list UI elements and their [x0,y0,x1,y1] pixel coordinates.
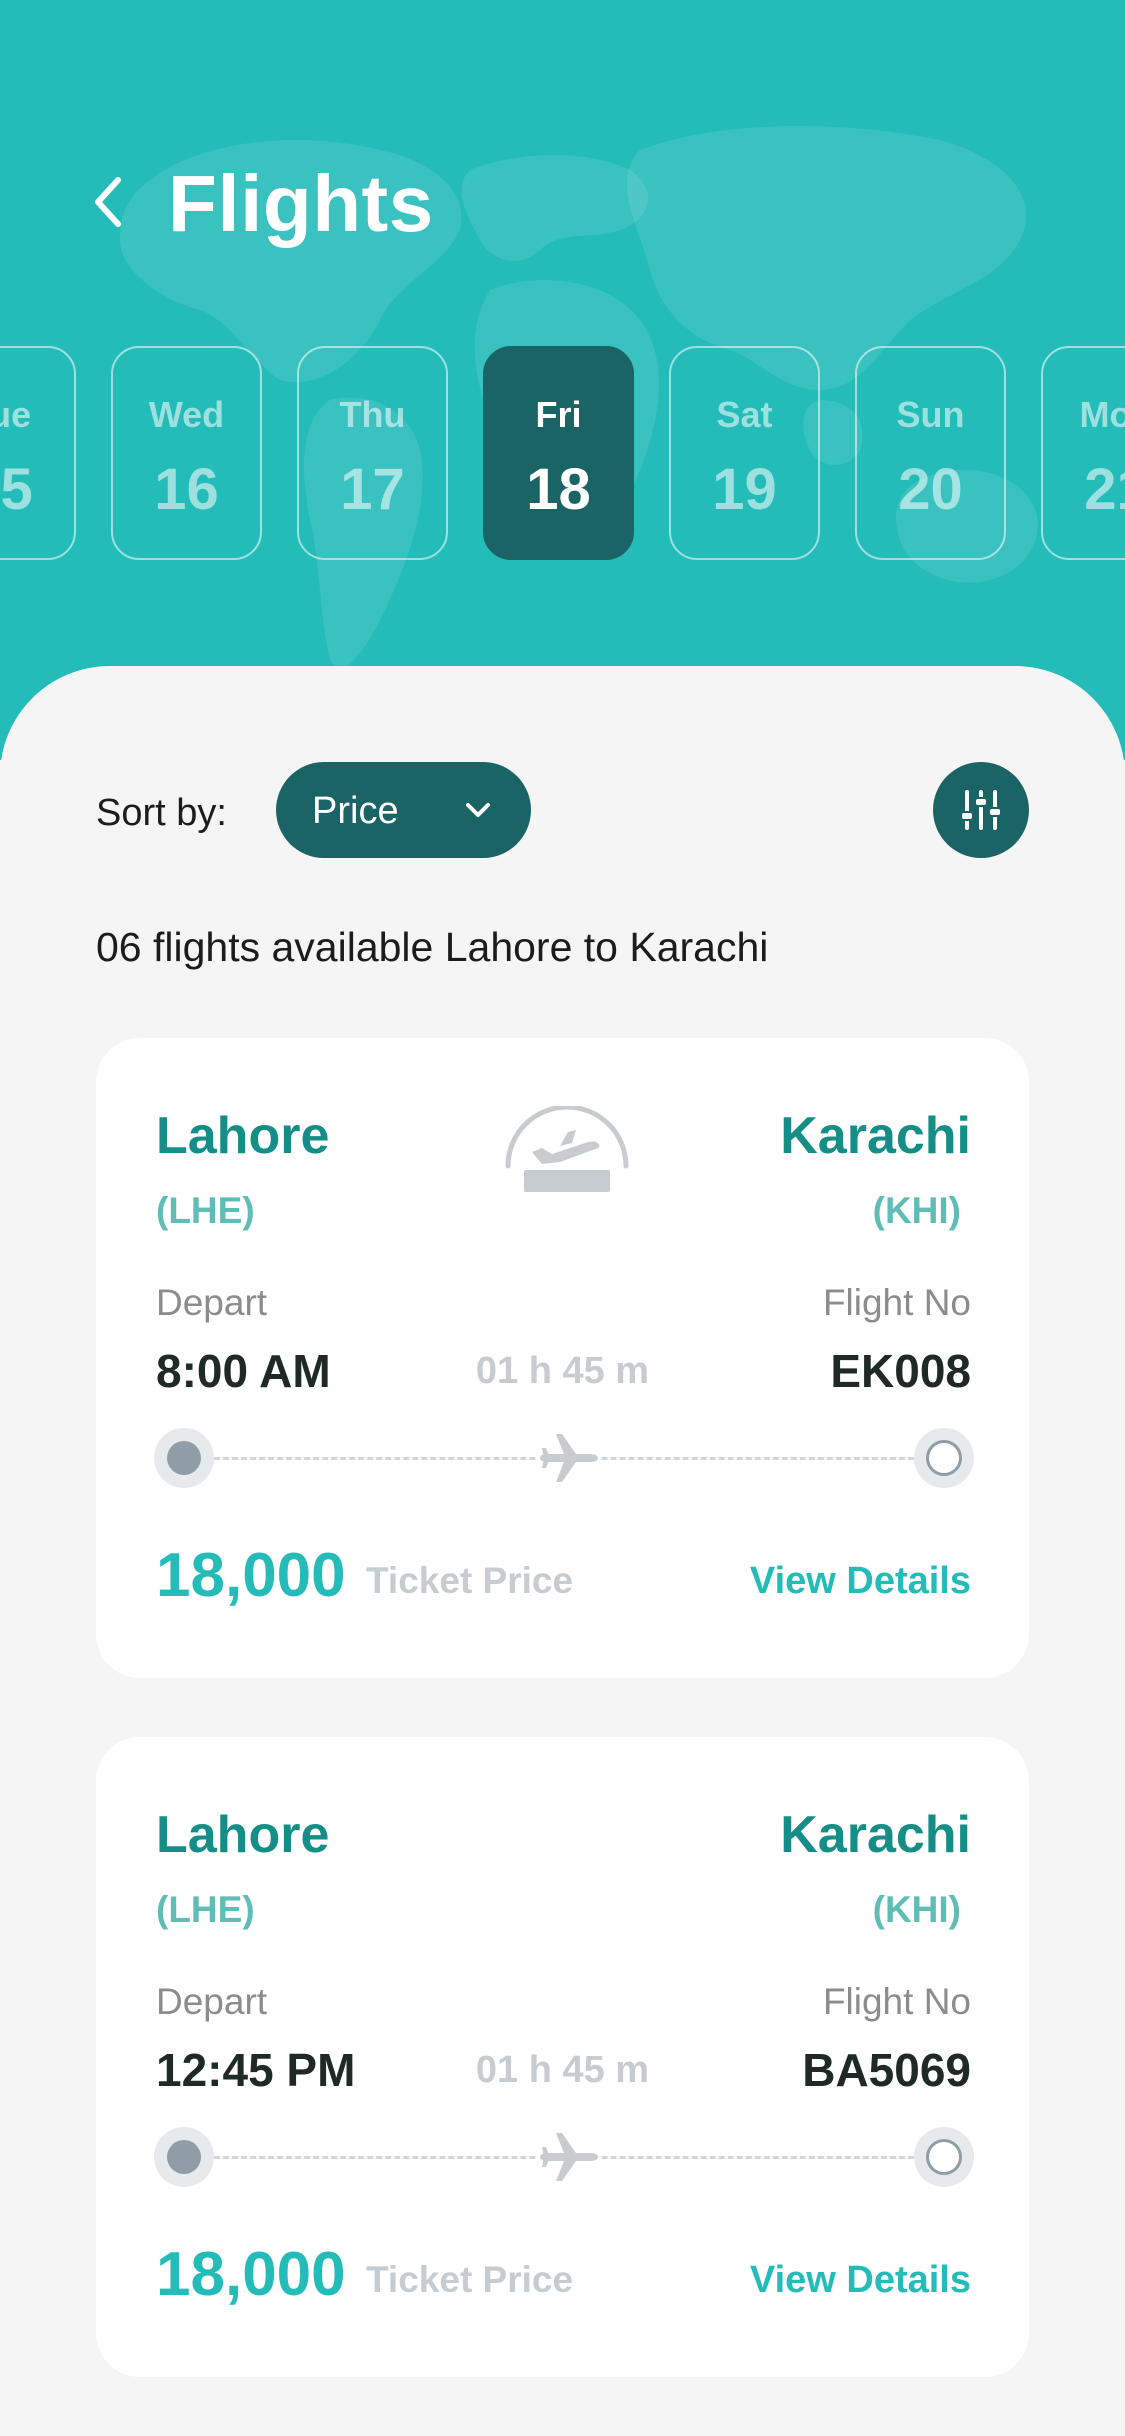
sort-value: Price [312,790,399,832]
ticket-price-label: Ticket Price [366,2259,574,2300]
date-number: 18 [526,457,591,522]
date-day: Sat [716,394,773,435]
destination-city: Karachi [780,1806,971,1864]
route-line [154,1426,974,1490]
origin-dot [154,2127,214,2187]
date-day: Thu [339,394,406,435]
depart-label: Depart [156,1282,268,1323]
origin-city: Lahore [156,1806,330,1864]
date-chip-mon[interactable]: Mon 21 [1041,346,1125,560]
depart-label: Depart [156,1981,268,2022]
plane-icon [536,1428,600,1488]
origin-dot [154,1428,214,1488]
date-chip-tue[interactable]: Tue 15 [0,346,76,560]
date-day: Sun [896,394,965,435]
ticket-price-label: Ticket Price [366,1560,574,1601]
date-chip-wed[interactable]: Wed 16 [111,346,262,560]
origin-code: (LHE) [156,1889,255,1930]
destination-code: (KHI) [872,1889,961,1930]
date-chip-fri-selected[interactable]: Fri 18 [483,346,634,560]
view-details-link[interactable]: View Details [750,2259,971,2302]
results-summary: 06 flights available Lahore to Karachi [96,924,769,970]
ticket-price: 18,000 [156,1541,346,1610]
date-number: 15 [0,457,33,522]
flight-card[interactable]: Lahore (LHE) Karachi (KHI) Depart Flight… [96,1038,1029,1678]
back-chevron-icon[interactable] [84,172,134,232]
date-day: Fri [535,394,582,435]
date-selector: Tue 15 Wed 16 Thu 17 Fri 18 Sat 19 Sun 2… [0,346,1125,560]
flight-no-label: Flight No [822,1282,971,1323]
flight-card[interactable]: Lahore (LHE) Karachi (KHI) Depart Flight… [96,1737,1029,2377]
date-chip-sun[interactable]: Sun 20 [855,346,1006,560]
filter-button[interactable] [933,762,1029,858]
date-number: 21 [1084,457,1125,522]
date-number: 20 [898,457,963,522]
date-chip-thu[interactable]: Thu 17 [297,346,448,560]
view-details-link[interactable]: View Details [750,1560,971,1603]
destination-dot [914,1428,974,1488]
date-number: 19 [712,457,777,522]
flight-no-label: Flight No [822,1981,971,2022]
date-day: Wed [148,394,225,435]
sort-label: Sort by: [96,792,227,834]
chevron-down-icon [466,803,490,817]
plane-icon [536,2127,600,2187]
page-title: Flights [168,159,434,248]
date-day: Tue [0,394,32,435]
sliders-icon [960,790,1002,830]
date-number: 17 [340,457,405,522]
flight-number: BA5069 [802,2044,971,2096]
ticket-price: 18,000 [156,2240,346,2309]
date-chip-sat[interactable]: Sat 19 [669,346,820,560]
date-day: Mon [1079,394,1125,435]
sort-dropdown[interactable]: Price [276,762,531,858]
flight-number: EK008 [830,1345,971,1397]
plane-departure-icon [505,1106,629,1192]
origin-city: Lahore [156,1107,330,1165]
destination-dot [914,2127,974,2187]
destination-code: (KHI) [872,1190,961,1231]
header: Flights Tue 15 Wed 16 Thu 17 Fri 18 Sat … [0,0,1125,760]
route-line [154,2125,974,2189]
destination-city: Karachi [780,1107,971,1165]
date-number: 16 [154,457,219,522]
origin-code: (LHE) [156,1190,255,1231]
